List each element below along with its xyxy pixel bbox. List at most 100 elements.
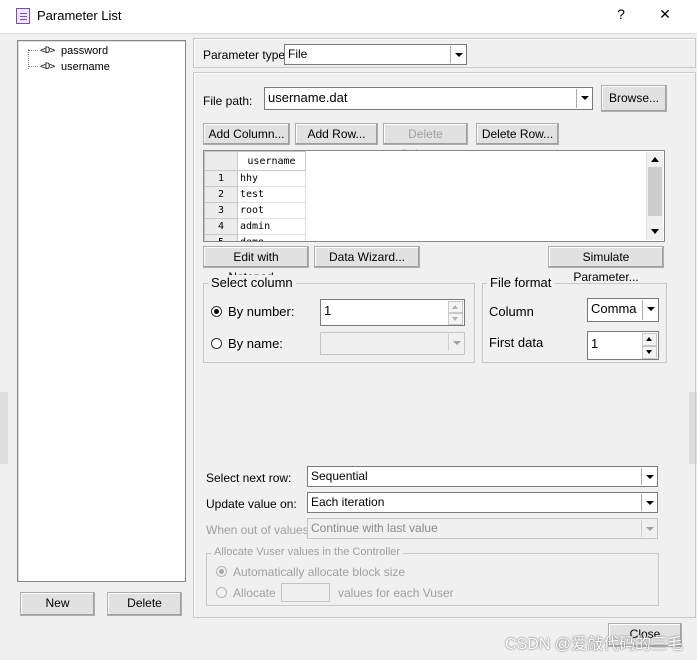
first-data-label: First data (489, 335, 544, 350)
out-of-values-select[interactable]: Continue with last value (307, 518, 658, 539)
add-row-button[interactable]: Add Row... (295, 123, 378, 145)
data-grid[interactable]: username 1 hhy 2 test 3 root 4 admin 5 d… (203, 150, 665, 242)
table-row[interactable]: 5 demo (204, 234, 306, 241)
chevron-down-icon[interactable] (641, 520, 656, 537)
select-next-row-select[interactable]: Sequential (307, 466, 658, 487)
by-number-spin[interactable] (448, 301, 463, 325)
data-table: username 1 hhy 2 test 3 root 4 admin 5 d… (204, 151, 306, 241)
column-delimiter-value: Comma (591, 301, 637, 316)
row-number[interactable]: 3 (204, 202, 238, 219)
allocate-count-input[interactable] (281, 583, 330, 602)
allocate-label: Allocate (233, 586, 276, 600)
tree-dots (28, 50, 38, 51)
grid-scrollbar[interactable] (646, 152, 663, 240)
column-delimiter-select[interactable]: Comma (587, 298, 659, 322)
tree-item-label: username (61, 61, 110, 73)
auto-allocate-label: Automatically allocate block size (233, 565, 406, 579)
scroll-thumb[interactable] (648, 167, 662, 216)
by-name-label: By name: (228, 336, 283, 351)
delete-row-button[interactable]: Delete Row... (476, 123, 559, 145)
browse-button[interactable]: Browse... (601, 85, 667, 112)
row-number[interactable]: 2 (204, 186, 238, 203)
data-param-icon: <D> (40, 62, 55, 72)
close-window-button[interactable]: ✕ (653, 6, 677, 26)
chevron-down-icon[interactable] (642, 300, 657, 320)
watermark-text: CSDN @爱敲代码的三毛 (504, 636, 683, 653)
window-title: Parameter List (37, 8, 122, 23)
new-button[interactable]: New (20, 592, 95, 616)
row-number[interactable]: 5 (204, 234, 238, 241)
table-header-row: username (204, 151, 306, 171)
auto-allocate-radio[interactable] (216, 566, 227, 577)
update-value-select[interactable]: Each iteration (307, 492, 658, 513)
by-number-radio[interactable] (211, 306, 222, 317)
tree-dots (28, 66, 38, 67)
data-wizard-button[interactable]: Data Wizard... (314, 246, 420, 268)
file-path-label: File path: (203, 94, 253, 108)
background-window-edge-left (0, 392, 8, 464)
chevron-down-icon[interactable] (641, 468, 656, 485)
data-param-icon: <D> (40, 46, 55, 56)
parameter-type-value: File (288, 47, 308, 61)
spin-up-icon[interactable] (448, 301, 463, 313)
parameter-type-panel: Parameter type: File (193, 38, 696, 68)
chevron-down-icon[interactable] (576, 89, 591, 108)
edit-with-notepad-button[interactable]: Edit with Notepad... (203, 246, 309, 284)
first-data-spin[interactable] (642, 333, 657, 359)
first-data-value: 1 (591, 336, 599, 351)
chevron-down-icon[interactable] (450, 46, 465, 63)
out-of-values-value: Continue with last value (311, 521, 438, 535)
corner-cell (204, 151, 238, 171)
spin-up-icon[interactable] (642, 333, 657, 346)
allocate-suffix-label: values for each Vuser (338, 586, 454, 600)
update-value-value: Each iteration (311, 495, 385, 509)
out-of-values-label: When out of values: (206, 523, 313, 537)
table-cell[interactable]: test (237, 186, 306, 203)
parameter-list-icon (16, 8, 30, 24)
select-next-row-label: Select next row: (206, 471, 292, 485)
by-number-label: By number: (228, 304, 295, 319)
parameter-tree[interactable]: <D> password <D> username (17, 40, 186, 582)
add-column-button[interactable]: Add Column... (203, 123, 290, 145)
tree-item-password[interactable]: <D> password (28, 43, 178, 59)
tree-item-username[interactable]: <D> username (28, 59, 178, 75)
table-row[interactable]: 2 test (204, 186, 306, 203)
scroll-down-icon[interactable] (647, 224, 664, 239)
file-path-combo[interactable]: username.dat (264, 87, 593, 110)
scroll-up-icon[interactable] (647, 152, 664, 167)
delete-column-button[interactable]: Delete Column... (383, 123, 468, 161)
table-cell[interactable]: root (237, 202, 306, 219)
spin-down-icon[interactable] (448, 313, 463, 325)
by-name-radio[interactable] (211, 338, 222, 349)
table-row[interactable]: 1 hhy (204, 170, 306, 187)
table-cell[interactable]: demo (237, 234, 306, 241)
allocate-title: Allocate Vuser values in the Controller (211, 546, 404, 558)
column-delimiter-label: Column (489, 304, 534, 319)
file-path-value: username.dat (268, 90, 348, 105)
by-number-stepper[interactable]: 1 (320, 299, 465, 326)
simulate-parameter-button[interactable]: Simulate Parameter... (548, 246, 664, 284)
table-cell[interactable]: hhy (237, 170, 306, 187)
first-data-stepper[interactable]: 1 (587, 331, 659, 360)
parameter-type-label: Parameter type: (203, 48, 289, 62)
row-number[interactable]: 1 (204, 170, 238, 187)
title-bar: Parameter List ? ✕ (0, 0, 697, 33)
update-value-label: Update value on: (206, 497, 297, 511)
table-row[interactable]: 3 root (204, 202, 306, 219)
file-format-title: File format (487, 275, 555, 290)
column-header-username[interactable]: username (237, 151, 306, 171)
table-row[interactable]: 4 admin (204, 218, 306, 235)
chevron-down-icon[interactable] (448, 334, 463, 351)
row-number[interactable]: 4 (204, 218, 238, 235)
allocate-radio[interactable] (216, 587, 227, 598)
tree-item-label: password (61, 45, 109, 57)
delete-button[interactable]: Delete (107, 592, 182, 616)
by-number-value: 1 (324, 303, 332, 318)
select-column-title: Select column (208, 275, 296, 290)
parameter-type-select[interactable]: File (284, 44, 467, 65)
help-button[interactable]: ? (609, 6, 633, 26)
table-cell[interactable]: admin (237, 218, 306, 235)
chevron-down-icon[interactable] (641, 494, 656, 511)
spin-down-icon[interactable] (642, 346, 657, 359)
by-name-select[interactable] (320, 332, 465, 355)
